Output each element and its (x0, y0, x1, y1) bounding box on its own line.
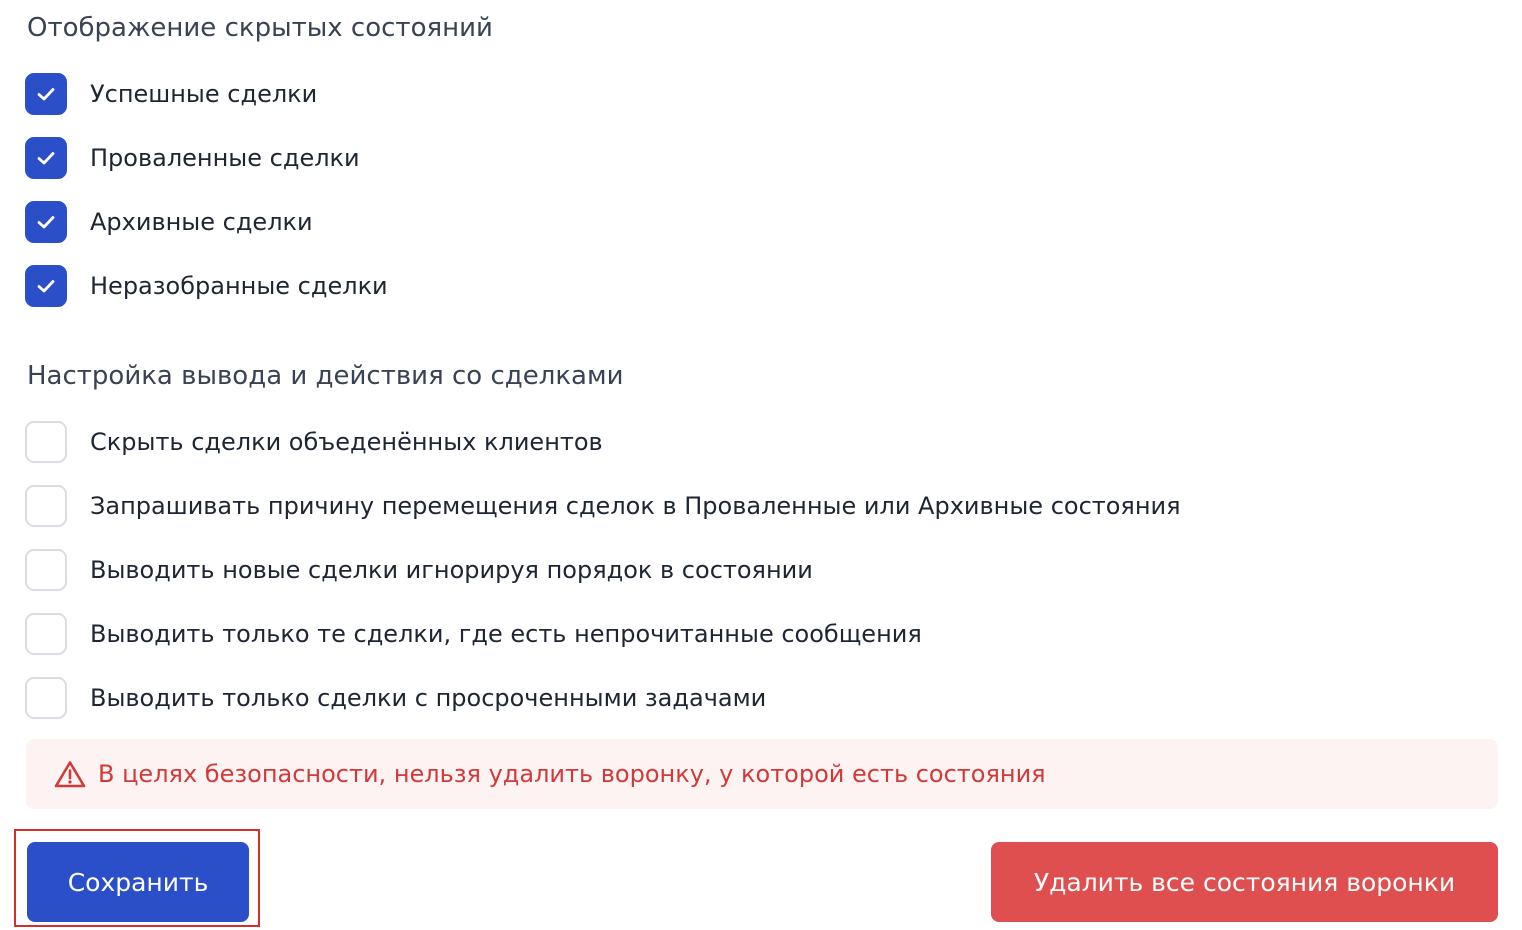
checkbox-unsorted-deals[interactable] (25, 265, 67, 307)
checkbox-unread-messages-only[interactable] (25, 613, 67, 655)
warning-triangle-icon (54, 761, 86, 788)
checkbox-row-failed-deals[interactable]: Проваленные сделки (25, 136, 360, 180)
checkbox-label: Выводить только сделки с просроченными з… (90, 684, 767, 712)
checkbox-label: Проваленные сделки (90, 144, 360, 172)
checkbox-archived-deals[interactable] (25, 201, 67, 243)
save-button[interactable]: Сохранить (27, 842, 249, 922)
checkmark-icon (37, 88, 55, 101)
checkbox-label: Скрыть сделки объеденённых клиентов (90, 428, 603, 456)
alert-text: В целях безопасности, нельзя удалить вор… (98, 760, 1046, 788)
checkbox-label: Выводить новые сделки игнорируя порядок … (90, 556, 813, 584)
checkbox-label: Выводить только те сделки, где есть непр… (90, 620, 922, 648)
checkbox-row-unread-messages-only[interactable]: Выводить только те сделки, где есть непр… (25, 612, 922, 656)
checkbox-hide-merged-clients[interactable] (25, 421, 67, 463)
hidden-states-title: Отображение скрытых состояний (27, 13, 493, 43)
checkbox-row-hide-merged-clients[interactable]: Скрыть сделки объеденённых клиентов (25, 420, 603, 464)
checkbox-failed-deals[interactable] (25, 137, 67, 179)
checkmark-icon (37, 216, 55, 229)
checkbox-label: Неразобранные сделки (90, 272, 388, 300)
checkbox-row-new-deals-ignore-order[interactable]: Выводить новые сделки игнорируя порядок … (25, 548, 813, 592)
checkbox-ask-move-reason[interactable] (25, 485, 67, 527)
security-alert: В целях безопасности, нельзя удалить вор… (26, 739, 1498, 809)
checkbox-new-deals-ignore-order[interactable] (25, 549, 67, 591)
checkbox-row-successful-deals[interactable]: Успешные сделки (25, 72, 317, 116)
checkbox-successful-deals[interactable] (25, 73, 67, 115)
output-settings-title: Настройка вывода и действия со сделками (27, 361, 624, 391)
checkbox-label: Архивные сделки (90, 208, 313, 236)
checkmark-icon (37, 280, 55, 293)
delete-all-states-button[interactable]: Удалить все состояния воронки (991, 842, 1498, 922)
checkbox-row-archived-deals[interactable]: Архивные сделки (25, 200, 313, 244)
checkmark-icon (37, 152, 55, 165)
checkbox-row-unsorted-deals[interactable]: Неразобранные сделки (25, 264, 388, 308)
checkbox-label: Запрашивать причину перемещения сделок в… (90, 492, 1181, 520)
checkbox-label: Успешные сделки (90, 80, 318, 108)
checkbox-overdue-tasks-only[interactable] (25, 677, 67, 719)
checkbox-row-ask-move-reason[interactable]: Запрашивать причину перемещения сделок в… (25, 484, 1181, 528)
checkbox-row-overdue-tasks-only[interactable]: Выводить только сделки с просроченными з… (25, 676, 766, 720)
